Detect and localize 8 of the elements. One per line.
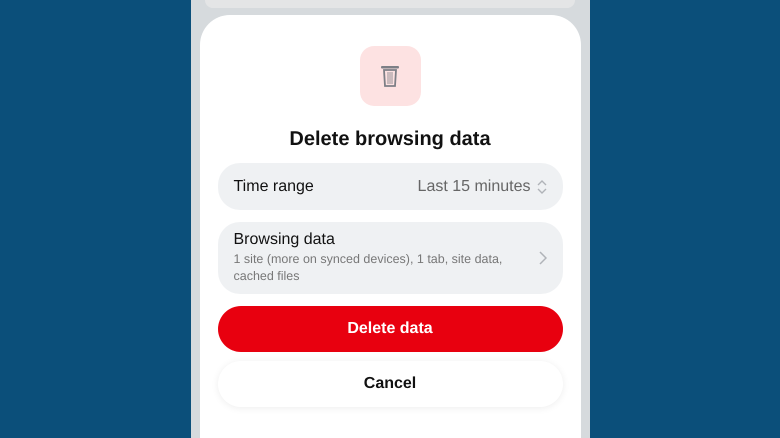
up-down-chevron-icon (536, 178, 546, 194)
dialog-title: Delete browsing data (289, 128, 491, 151)
chevron-right-icon (538, 251, 546, 265)
time-range-picker[interactable]: Time range Last 15 minutes (218, 163, 562, 210)
browsing-data-row[interactable]: Browsing data 1 site (more on synced devices), 1 tab, site data, cached files (218, 222, 562, 294)
cancel-button[interactable]: Cancel (218, 361, 562, 407)
trash-icon (360, 46, 420, 106)
delete-button[interactable]: Delete data (218, 306, 562, 352)
